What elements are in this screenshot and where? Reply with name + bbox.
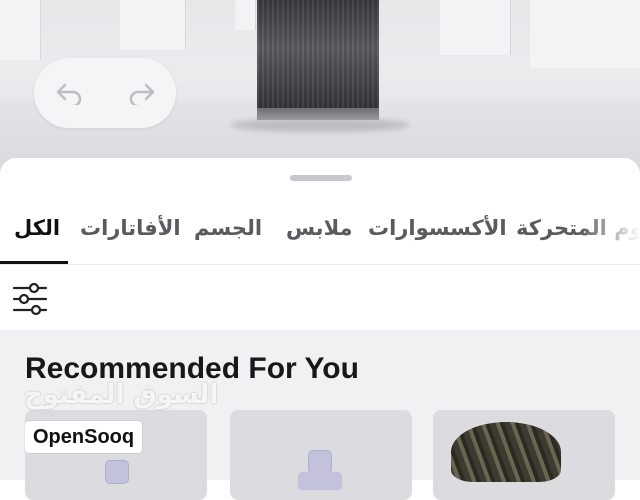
scene-block [235,0,256,30]
avatar-thumbnail-body [298,472,342,490]
hair-item-thumbnail [451,422,561,482]
sliders-filter-icon[interactable] [10,279,50,319]
scene-block [440,0,511,55]
scene-block [0,0,41,60]
category-tabs: الكل الأفاتارات الجسم ملابس الأكسسوارات … [0,206,640,262]
item-card[interactable] [433,410,615,500]
tab-accessories[interactable]: الأكسسوارات [368,216,507,240]
item-card[interactable] [230,410,412,500]
scene-block [530,0,640,68]
avatar-preview-scene [0,0,640,175]
undo-arrow-icon[interactable] [52,75,88,111]
filter-toolbar [0,264,640,331]
tab-avatars[interactable]: الأفاتارات [80,216,181,240]
avatar-thumbnail-head [105,460,129,484]
undo-redo-control [34,58,176,128]
tab-body[interactable]: الجسم [194,216,262,240]
tab-all[interactable]: الكل [14,216,60,240]
watermark-arabic: السوق المفتوح [24,380,219,410]
tabs-scroll-fade [580,206,640,262]
scene-block [120,0,186,50]
tab-clothing[interactable]: ملابس [286,216,353,240]
avatar-model[interactable] [255,0,385,128]
watermark-brand: OpenSooq [25,421,143,453]
redo-arrow-icon[interactable] [123,75,159,111]
avatar-thumbnail-head [308,450,332,474]
sheet-drag-handle[interactable] [290,175,352,181]
avatar-leg-right [317,0,379,120]
avatar-leg-left [257,0,319,120]
